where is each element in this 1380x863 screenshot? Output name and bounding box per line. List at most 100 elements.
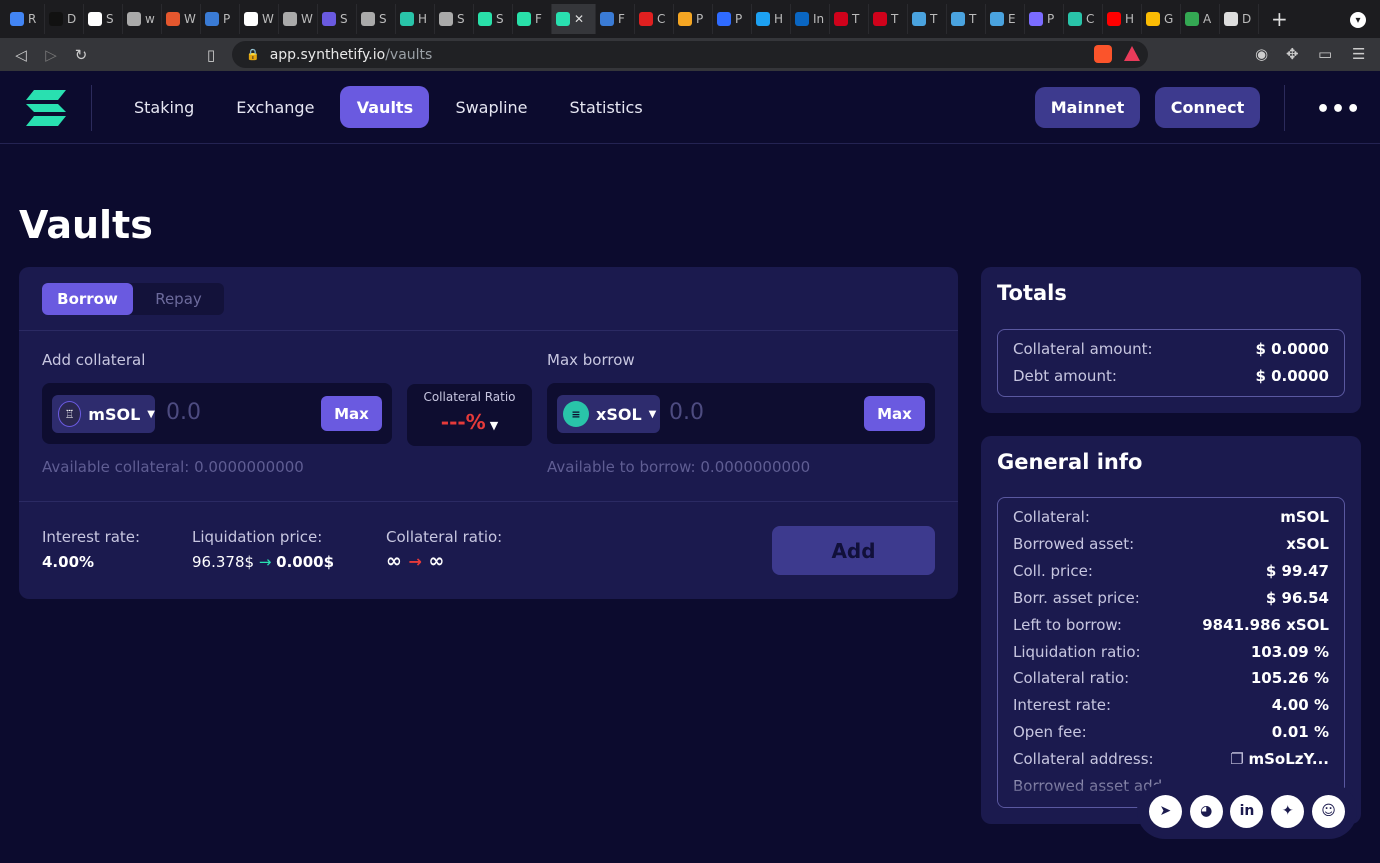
browser-tab[interactable]: C xyxy=(1064,4,1103,34)
tab-favicon-icon xyxy=(1185,12,1199,26)
general-info-title: General info xyxy=(997,450,1143,474)
max-borrow-label: Max borrow xyxy=(547,351,635,369)
more-options-icon[interactable]: ••• xyxy=(1316,97,1361,122)
browser-tab[interactable]: H xyxy=(1103,4,1142,34)
network-button[interactable]: Mainnet xyxy=(1035,87,1140,128)
tab-label: P xyxy=(735,12,743,26)
tab-favicon-icon xyxy=(1068,12,1082,26)
tab-favicon-icon xyxy=(795,12,809,26)
borrow-amount-input[interactable]: 0.0 xyxy=(669,400,704,425)
browser-tab[interactable]: W xyxy=(279,4,318,34)
browser-tab[interactable]: w xyxy=(123,4,162,34)
tab-favicon-icon xyxy=(834,12,848,26)
brave-rewards-icon[interactable] xyxy=(1124,46,1140,61)
linkedin-icon[interactable]: in xyxy=(1230,794,1264,828)
tab-repay[interactable]: Repay xyxy=(133,283,224,315)
twitter-icon[interactable]: ✦ xyxy=(1271,794,1305,828)
tab-favicon-icon xyxy=(439,12,453,26)
browser-tab[interactable]: D xyxy=(45,4,84,34)
browser-tab[interactable]: T xyxy=(908,4,947,34)
github-icon[interactable]: ◕ xyxy=(1189,794,1223,828)
discord-icon[interactable]: ☺ xyxy=(1312,794,1346,828)
browser-tab[interactable]: P xyxy=(201,4,240,34)
reload-icon[interactable]: ↻ xyxy=(66,46,96,64)
connect-button[interactable]: Connect xyxy=(1155,87,1260,128)
url-bar[interactable]: 🔒 app.synthetify.io /vaults xyxy=(232,41,1148,68)
totals-box: Collateral amount: $ 0.0000 Debt amount:… xyxy=(997,329,1345,397)
tab-favicon-icon xyxy=(639,12,653,26)
browser-tab[interactable]: T xyxy=(869,4,908,34)
browser-tab[interactable]: G xyxy=(1142,4,1181,34)
collateral-token-select[interactable]: ♖ mSOL ▼ xyxy=(52,395,155,433)
tab-borrow[interactable]: Borrow xyxy=(42,283,133,315)
nav-swapline[interactable]: Swapline xyxy=(439,86,543,128)
browser-tab[interactable]: R xyxy=(6,4,45,34)
browser-tab[interactable]: H xyxy=(752,4,791,34)
browser-tab[interactable]: H xyxy=(396,4,435,34)
page-title: Vaults xyxy=(19,203,153,247)
browser-tab[interactable]: C xyxy=(635,4,674,34)
collateral-amount-input[interactable]: 0.0 xyxy=(166,400,201,425)
synthetify-logo-icon[interactable] xyxy=(24,88,68,128)
chevron-down-icon: ▼ xyxy=(489,419,499,432)
tab-favicon-icon xyxy=(1029,12,1043,26)
new-tab-icon[interactable]: + xyxy=(1271,7,1288,31)
copy-icon[interactable]: ❐ xyxy=(1230,750,1248,768)
general-info-card: General info Borrowed asset addCollatera… xyxy=(981,436,1361,824)
general-info-value[interactable]: mSoLzY... xyxy=(1248,750,1329,768)
browser-tab[interactable]: P xyxy=(1025,4,1064,34)
browser-tab[interactable]: S xyxy=(357,4,396,34)
tab-label: T xyxy=(969,12,977,26)
back-icon[interactable]: ◁ xyxy=(6,46,36,64)
card-divider xyxy=(19,501,958,502)
tab-label: W xyxy=(184,12,196,26)
borrow-token-select[interactable]: ≡ xSOL ▼ xyxy=(557,395,660,433)
collateral-ratio-select[interactable]: Collateral Ratio ---% ▼ xyxy=(407,384,532,446)
tab-label: W xyxy=(262,12,274,26)
browser-tab[interactable]: P xyxy=(713,4,752,34)
wallet-icon[interactable]: ▭ xyxy=(1318,45,1332,63)
puzzle-icon[interactable]: ✥ xyxy=(1286,45,1299,63)
tab-search-icon[interactable]: ▾ xyxy=(1350,12,1366,28)
tab-label: S xyxy=(379,12,387,26)
tab-label: R xyxy=(28,12,37,26)
browser-tab[interactable]: S xyxy=(84,4,123,34)
browser-tab[interactable]: W xyxy=(162,4,201,34)
forward-icon[interactable]: ▷ xyxy=(36,46,66,64)
browser-tab[interactable]: S xyxy=(474,4,513,34)
vault-tabs: Borrow Repay xyxy=(42,283,224,315)
tab-label: F xyxy=(618,12,625,26)
borrow-max-button[interactable]: Max xyxy=(864,396,925,431)
bookmark-icon[interactable]: ▯ xyxy=(196,46,226,64)
browser-tab[interactable]: In xyxy=(791,4,830,34)
browser-tab[interactable]: D xyxy=(1220,4,1259,34)
collateral-max-button[interactable]: Max xyxy=(321,396,382,431)
browser-tab[interactable]: E xyxy=(986,4,1025,34)
menu-icon[interactable]: ☰ xyxy=(1352,45,1365,63)
browser-tab[interactable]: P xyxy=(674,4,713,34)
browser-tab[interactable]: S xyxy=(318,4,357,34)
tab-label: E xyxy=(1008,12,1016,26)
browser-tab[interactable]: F xyxy=(596,4,635,34)
telegram-icon[interactable]: ➤ xyxy=(1148,794,1182,828)
totals-row-key: Debt amount: xyxy=(1013,367,1117,385)
browser-tab[interactable]: A xyxy=(1181,4,1220,34)
browser-tab[interactable]: W xyxy=(240,4,279,34)
nav-exchange[interactable]: Exchange xyxy=(220,86,330,128)
nav-vaults[interactable]: Vaults xyxy=(340,86,430,128)
extension-icon[interactable]: ◉ xyxy=(1255,45,1268,63)
nav-statistics[interactable]: Statistics xyxy=(554,86,659,128)
browser-tab-active[interactable]: ✕ xyxy=(552,4,596,34)
brave-shield-icon[interactable] xyxy=(1094,45,1112,63)
general-info-value: mSOL xyxy=(1280,508,1329,526)
close-tab-icon[interactable]: ✕ xyxy=(574,12,584,26)
tab-favicon-icon xyxy=(166,12,180,26)
browser-tab[interactable]: S xyxy=(435,4,474,34)
liquidation-price-to: 0.000$ xyxy=(276,553,335,571)
browser-tab[interactable]: T xyxy=(830,4,869,34)
available-collateral: Available collateral: 0.0000000000 xyxy=(42,458,304,476)
add-button[interactable]: Add xyxy=(772,526,935,575)
browser-tab[interactable]: T xyxy=(947,4,986,34)
browser-tab[interactable]: F xyxy=(513,4,552,34)
nav-staking[interactable]: Staking xyxy=(118,86,210,128)
